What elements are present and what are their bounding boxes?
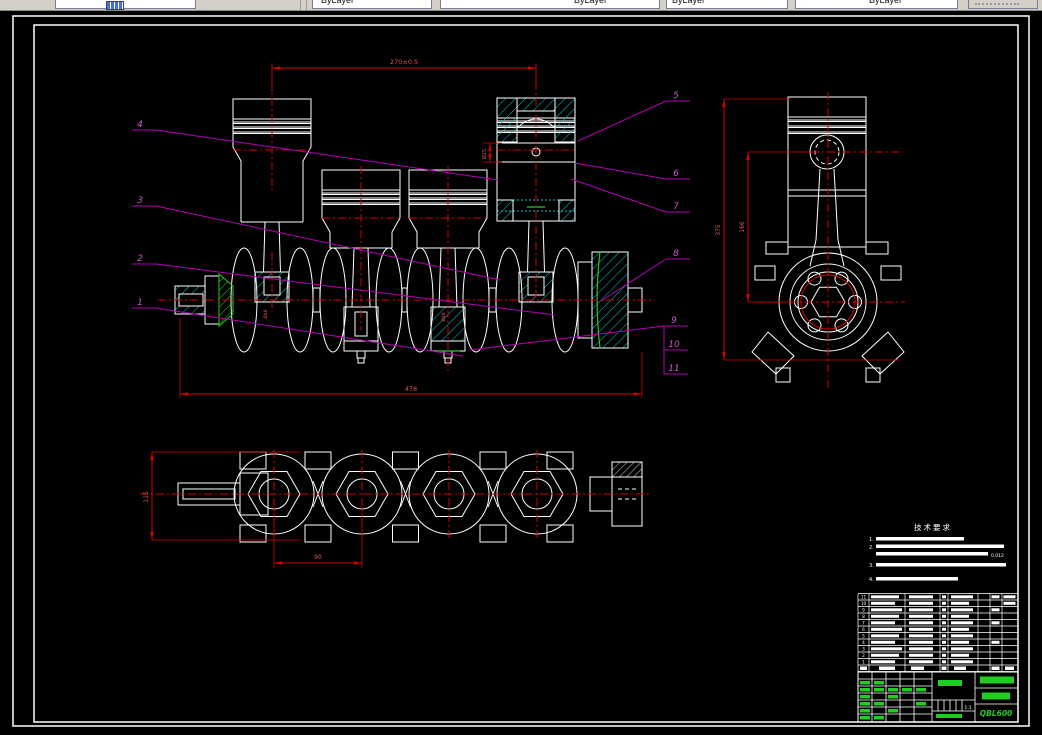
bom-row-no: 6 [862,627,865,632]
color-combo[interactable]: ByLayer [312,0,432,9]
toolbar-separator [306,0,307,10]
leader-11-label: 11 [668,364,679,374]
bom-row-no: 4 [862,640,865,645]
leader-8-label: 8 [673,249,679,259]
leader-6-label: 6 [673,169,679,179]
dim-side-height: 375 [715,224,722,236]
bom-row-no: 9 [862,608,865,613]
bom-row-no: 1 [862,660,865,665]
tech-note-3: 3. [869,563,874,569]
bom-row-no: 11 [861,595,867,600]
object-properties-toolbar: ByLayer ByLayer ByLayer ByLayer [0,0,1042,11]
leader-1-label: 1 [137,298,143,308]
bom-row-no: 2 [862,653,865,658]
drawing-number: QBL600 [980,709,1013,718]
dim-overall-length: 478 [405,385,417,393]
preview-combo[interactable] [968,0,1038,9]
leader-5-label: 5 [673,91,679,101]
tech-note-2: 2. [869,545,874,551]
dim-crank-pin-1: Ø48 [262,309,269,318]
scale-value: 1:1 [964,705,971,711]
lineweight-combo[interactable]: ByLayer [666,0,788,9]
dim-top-span: 270±0.5 [390,58,418,66]
tech-tolerance-value: 0.012 [991,553,1004,559]
bom-row-no: 5 [862,634,865,639]
tech-note-1: 1. [869,537,874,543]
layer-combo[interactable] [55,0,196,10]
linetype-combo-value: ByLayer [574,0,608,5]
dim-plan-pitch: 90 [314,554,322,561]
bom-row-no: 8 [862,614,865,619]
bom-row-no: 7 [862,621,865,626]
bom-row-no: 10 [861,601,867,606]
tech-note-4: 4. [869,577,874,583]
disabled-content [975,3,1019,5]
toolbar-separator [300,0,301,10]
leader-2-label: 2 [137,254,143,264]
leader-4-label: 4 [137,120,143,130]
layer-grid-icon [106,1,124,10]
bom-row-no: 3 [862,647,865,652]
dim-plan-height: 115 [143,491,150,503]
dim-crank-pin-2: Ø48 [440,312,447,321]
drawing-geometry [12,15,1030,727]
lineweight-combo-value: ByLayer [672,0,706,5]
leader-7-label: 7 [673,202,679,212]
plotstyle-combo-value: ByLayer [869,0,903,5]
tech-requirements-title: 技术要求 [914,522,952,532]
dim-side-center: 166 [739,221,746,233]
color-combo-value: ByLayer [321,0,355,5]
dim-piston-pin: Ø25 [481,149,488,159]
leader-3-label: 3 [137,196,143,206]
leader-10-label: 10 [668,340,680,350]
leader-9-label: 9 [671,316,677,326]
cad-drawing-canvas[interactable]: 1 2 3 4 5 6 7 8 9 10 11 270±0.5 478 375 … [0,0,1042,735]
plotstyle-combo[interactable]: ByLayer [795,0,958,9]
linetype-combo[interactable]: ByLayer [440,0,660,9]
